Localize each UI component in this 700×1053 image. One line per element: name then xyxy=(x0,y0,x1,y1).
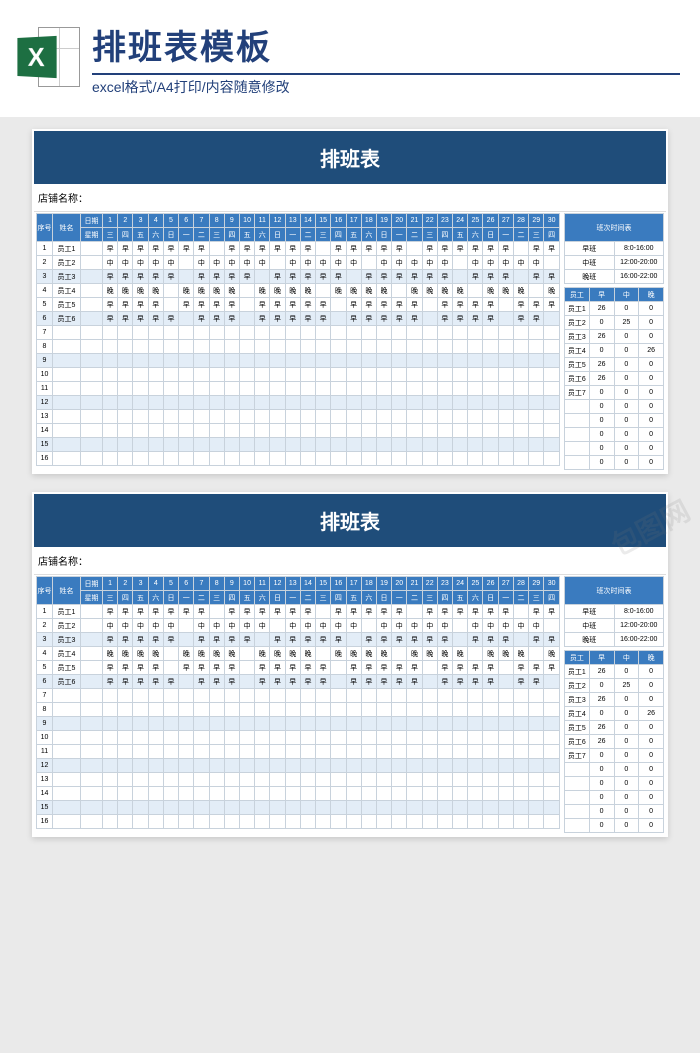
summary-row: 员工20250 xyxy=(565,316,664,330)
table-row: 13 xyxy=(37,410,560,424)
summary-row: 员工12600 xyxy=(565,302,664,316)
table-row: 5员工5早早早早早早早早早早早早早早早早早早早早早早早早早 xyxy=(37,298,560,312)
summary-row: 员工62600 xyxy=(565,372,664,386)
sheet-title: 排班表 xyxy=(34,494,666,547)
table-row: 9 xyxy=(37,717,560,731)
date-label: 日期 xyxy=(81,214,103,228)
banner-text: 排班表模板 excel格式/A4打印/内容随意修改 xyxy=(92,20,680,97)
table-row: 4员工4晚晚晚晚晚晚晚晚晚晚晚晚晚晚晚晚晚晚晚晚晚晚晚晚 xyxy=(37,647,560,661)
week-label: 星期 xyxy=(81,591,103,605)
shift-times-table: 班次时间表早班8:0-16:00中班12:00-20:00晚班16:00-22:… xyxy=(564,213,664,284)
summary-row: 000 xyxy=(565,442,664,456)
summary-row: 000 xyxy=(565,400,664,414)
table-row: 8 xyxy=(37,340,560,354)
table-row: 1员工1早早早早早早早早早早早早早早早早早早早早早早早早早早 xyxy=(37,605,560,619)
summary-row: 000 xyxy=(565,428,664,442)
summary-row: 000 xyxy=(565,763,664,777)
excel-icon: X xyxy=(16,27,80,91)
top-banner: X 排班表模板 excel格式/A4打印/内容随意修改 xyxy=(0,0,700,117)
table-row: 10 xyxy=(37,368,560,382)
table-row: 16 xyxy=(37,815,560,829)
table-row: 7 xyxy=(37,689,560,703)
table-row: 12 xyxy=(37,396,560,410)
table-row: 5员工5早早早早早早早早早早早早早早早早早早早早早早早早早 xyxy=(37,661,560,675)
summary-row: 员工7000 xyxy=(565,386,664,400)
summary-row: 员工52600 xyxy=(565,358,664,372)
schedule-table: 序号姓名日期1234567891011121314151617181920212… xyxy=(36,576,560,829)
template-title: 排班表模板 xyxy=(92,20,680,75)
table-row: 15 xyxy=(37,438,560,452)
shift-times-title: 班次时间表 xyxy=(565,214,664,242)
sheet-title: 排班表 xyxy=(34,131,666,184)
summary-row: 000 xyxy=(565,777,664,791)
col-seq: 序号 xyxy=(37,577,53,605)
summary-table: 员工早中晚员工12600员工20250员工32600员工40026员工52600… xyxy=(564,650,664,833)
summary-row: 000 xyxy=(565,791,664,805)
summary-table: 员工早中晚员工12600员工20250员工32600员工40026员工52600… xyxy=(564,287,664,470)
week-label: 星期 xyxy=(81,228,103,242)
col-name: 姓名 xyxy=(53,214,81,242)
table-row: 9 xyxy=(37,354,560,368)
table-row: 7 xyxy=(37,326,560,340)
summary-row: 员工52600 xyxy=(565,721,664,735)
summary-row: 员工62600 xyxy=(565,735,664,749)
shift-times-table: 班次时间表早班8:0-16:00中班12:00-20:00晚班16:00-22:… xyxy=(564,576,664,647)
summary-row: 000 xyxy=(565,414,664,428)
summary-row: 员工20250 xyxy=(565,679,664,693)
date-label: 日期 xyxy=(81,577,103,591)
table-row: 12 xyxy=(37,759,560,773)
spreadsheet-preview: 排班表店铺名称：序号姓名日期12345678910111213141516171… xyxy=(32,129,668,474)
table-row: 16 xyxy=(37,452,560,466)
spreadsheet-preview: 排班表店铺名称：序号姓名日期12345678910111213141516171… xyxy=(32,492,668,837)
summary-row: 员工40026 xyxy=(565,707,664,721)
table-row: 4员工4晚晚晚晚晚晚晚晚晚晚晚晚晚晚晚晚晚晚晚晚晚晚晚晚 xyxy=(37,284,560,298)
summary-row: 员工32600 xyxy=(565,693,664,707)
table-row: 15 xyxy=(37,801,560,815)
store-name-label: 店铺名称： xyxy=(34,184,666,212)
table-row: 14 xyxy=(37,787,560,801)
summary-row: 员工12600 xyxy=(565,665,664,679)
table-row: 2员工2中中中中中中中中中中中中中中中中中中中中中中中中中 xyxy=(37,619,560,633)
summary-row: 员工40026 xyxy=(565,344,664,358)
table-row: 8 xyxy=(37,703,560,717)
table-row: 3员工3早早早早早早早早早早早早早早早早早早早早早早早早早 xyxy=(37,633,560,647)
summary-row: 000 xyxy=(565,819,664,833)
table-row: 1员工1早早早早早早早早早早早早早早早早早早早早早早早早早早 xyxy=(37,242,560,256)
template-subtitle: excel格式/A4打印/内容随意修改 xyxy=(92,77,680,97)
summary-row: 员工32600 xyxy=(565,330,664,344)
summary-row: 员工7000 xyxy=(565,749,664,763)
table-row: 6员工6早早早早早早早早早早早早早早早早早早早早早早早早 xyxy=(37,675,560,689)
table-row: 3员工3早早早早早早早早早早早早早早早早早早早早早早早早早 xyxy=(37,270,560,284)
table-row: 6员工6早早早早早早早早早早早早早早早早早早早早早早早早 xyxy=(37,312,560,326)
col-seq: 序号 xyxy=(37,214,53,242)
schedule-table: 序号姓名日期1234567891011121314151617181920212… xyxy=(36,213,560,466)
store-name-label: 店铺名称： xyxy=(34,547,666,575)
table-row: 11 xyxy=(37,745,560,759)
table-row: 14 xyxy=(37,424,560,438)
previews-container: 排班表店铺名称：序号姓名日期12345678910111213141516171… xyxy=(0,117,700,849)
table-row: 11 xyxy=(37,382,560,396)
shift-times-title: 班次时间表 xyxy=(565,577,664,605)
table-row: 13 xyxy=(37,773,560,787)
table-row: 2员工2中中中中中中中中中中中中中中中中中中中中中中中中中 xyxy=(37,256,560,270)
table-row: 10 xyxy=(37,731,560,745)
col-name: 姓名 xyxy=(53,577,81,605)
summary-row: 000 xyxy=(565,805,664,819)
summary-row: 000 xyxy=(565,456,664,470)
